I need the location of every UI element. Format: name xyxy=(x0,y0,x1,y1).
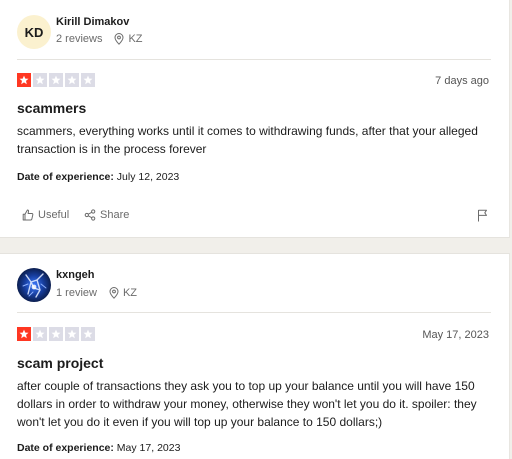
star-icon xyxy=(17,73,31,87)
star-icon xyxy=(33,327,47,341)
review-date: May 17, 2023 xyxy=(422,329,489,341)
divider xyxy=(17,312,491,313)
report-button[interactable] xyxy=(477,209,488,227)
reviewer-meta: 1 review KZ xyxy=(56,287,137,299)
share-icon xyxy=(84,209,96,221)
reviewer-meta: 2 reviews KZ xyxy=(56,33,143,45)
thumbs-up-icon xyxy=(22,209,34,221)
star-icon xyxy=(81,327,95,341)
star-icon xyxy=(49,73,63,87)
divider xyxy=(17,59,491,60)
star-rating xyxy=(17,73,95,87)
location-pin-icon xyxy=(114,33,124,45)
date-of-experience: Date of experience: July 12, 2023 xyxy=(17,171,179,183)
star-icon xyxy=(49,327,63,341)
review-count: 2 reviews xyxy=(56,33,103,45)
location-pin-icon xyxy=(109,287,119,299)
experience-date: May 17, 2023 xyxy=(116,442,181,454)
review-title[interactable]: scam project xyxy=(17,355,103,371)
star-icon xyxy=(65,73,79,87)
review-body: scammers, everything works until it come… xyxy=(17,124,478,156)
review-card: KD Kirill Dimakov 2 reviews KZ 7 days ag… xyxy=(0,0,510,238)
reviewer-name[interactable]: kxngeh xyxy=(56,269,95,281)
review-body: after couple of transactions they ask yo… xyxy=(17,379,477,429)
review-card: kxngeh 1 review KZ May 17, 2023 scam pro… xyxy=(0,253,510,459)
review-date: 7 days ago xyxy=(435,75,489,87)
review-title[interactable]: scammers xyxy=(17,100,86,116)
useful-button[interactable]: Useful xyxy=(22,209,69,221)
avatar[interactable] xyxy=(17,268,51,302)
experience-label: Date of experience: xyxy=(17,442,114,454)
share-button[interactable]: Share xyxy=(84,209,129,221)
flag-icon xyxy=(478,209,487,222)
avatar-initials: KD xyxy=(24,24,44,40)
date-of-experience: Date of experience: May 17, 2023 xyxy=(17,442,180,454)
reviewer-country: KZ xyxy=(122,287,138,299)
experience-label: Date of experience: xyxy=(17,171,114,183)
star-icon xyxy=(81,73,95,87)
useful-label: Useful xyxy=(38,209,70,221)
reviewer-country: KZ xyxy=(128,33,143,45)
review-count: 1 review xyxy=(56,287,97,299)
star-icon xyxy=(17,327,31,341)
star-icon xyxy=(65,327,79,341)
experience-date: July 12, 2023 xyxy=(116,171,180,183)
reviewer-name[interactable]: Kirill Dimakov xyxy=(56,16,129,28)
avatar-image xyxy=(22,273,47,298)
avatar[interactable]: KD xyxy=(17,15,51,49)
star-rating xyxy=(17,327,95,341)
share-label: Share xyxy=(100,209,130,221)
star-icon xyxy=(33,73,47,87)
